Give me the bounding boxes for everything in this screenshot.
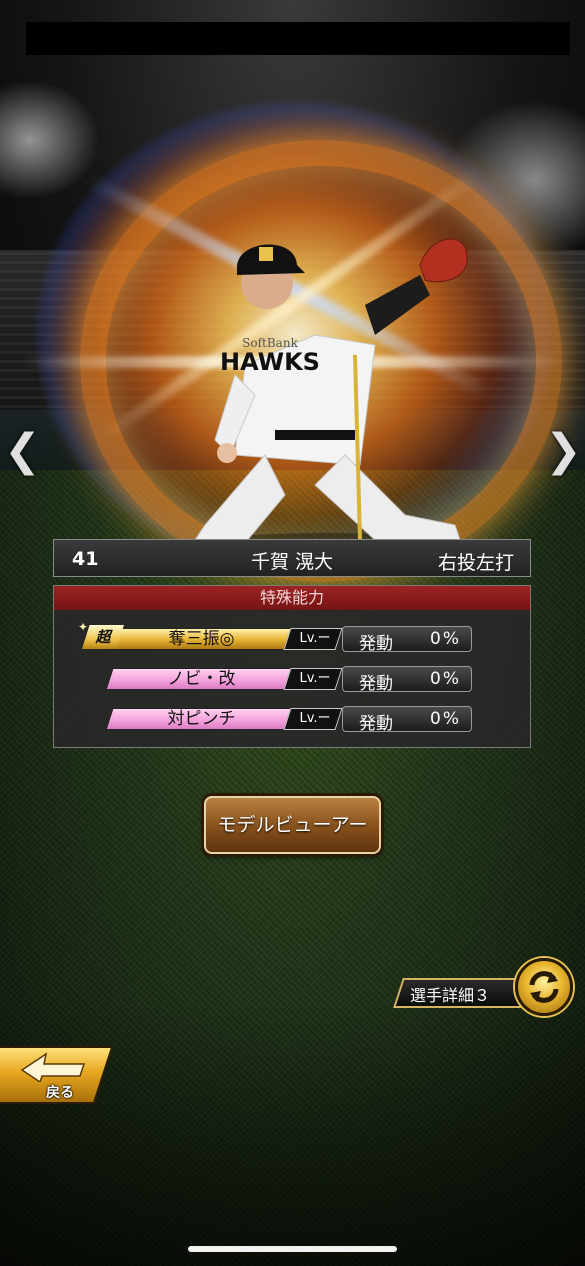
ability-name: ノビ・改 [167, 669, 236, 689]
status-bar [26, 22, 570, 55]
ability-level: Lv.ー [299, 631, 331, 646]
activation-label: 発動 [359, 634, 393, 654]
swap-arrows-icon [529, 971, 559, 1003]
chevron-left-icon[interactable]: ❮ [4, 425, 41, 477]
sparkle-icon: ✦ [78, 620, 89, 634]
home-indicator[interactable] [188, 1246, 397, 1252]
ability-row[interactable]: ✦ 超 奪三振◎ Lv.ー 発動 0% [54, 621, 530, 656]
svg-text:HAWKS: HAWKS [220, 348, 320, 376]
activation-label: 発動 [359, 674, 393, 694]
swap-icon[interactable] [515, 958, 573, 1016]
ability-name: 奪三振◎ [168, 629, 235, 649]
ability-row[interactable]: 対ピンチ Lv.ー 発動 0% [54, 706, 530, 736]
activation-value: 0% [430, 669, 461, 689]
bottom-shadow [0, 1000, 585, 1266]
chevron-right-icon[interactable]: ❯ [545, 425, 582, 477]
ability-level: Lv.ー [299, 711, 331, 726]
activation-rate: 発動 0% [342, 666, 472, 694]
back-arrow-icon [20, 1052, 86, 1082]
special-ability-panel: 特殊能力 ✦ 超 奪三振◎ Lv.ー 発動 0% ノビ・改 Lv.ー 発動 0% [53, 585, 531, 748]
throw-bat-hand: 右投左打 [437, 552, 514, 574]
svg-text:SoftBank: SoftBank [242, 336, 298, 350]
activation-value: 0% [430, 709, 461, 729]
activation-rate: 発動 0% [342, 706, 472, 734]
activation-value: 0% [430, 629, 461, 649]
back-button[interactable]: 戻る [0, 1046, 114, 1106]
player-info-bar: 41 千賀 滉大 右投左打 [53, 539, 531, 577]
activation-label: 発動 [359, 714, 393, 734]
player-detail-button[interactable]: 選手詳細３ [393, 974, 531, 1010]
model-viewer-button[interactable]: モデルビューアー [204, 796, 381, 854]
background-scene: HAWKS SoftBank ❮ ❯ 41 千賀 滉大 右投左打 特殊能力 ✦ … [0, 0, 585, 1266]
player-image: HAWKS SoftBank [184, 238, 468, 555]
ability-level: Lv.ー [299, 671, 331, 686]
ability-panel-header: 特殊能力 [54, 586, 530, 610]
ability-name: 対ピンチ [167, 709, 236, 729]
player-detail-label: 選手詳細３ [410, 986, 491, 1005]
activation-rate: 発動 0% [342, 626, 472, 654]
back-label: 戻る [46, 1085, 74, 1101]
ability-row[interactable]: ノビ・改 Lv.ー 発動 0% [54, 666, 530, 696]
